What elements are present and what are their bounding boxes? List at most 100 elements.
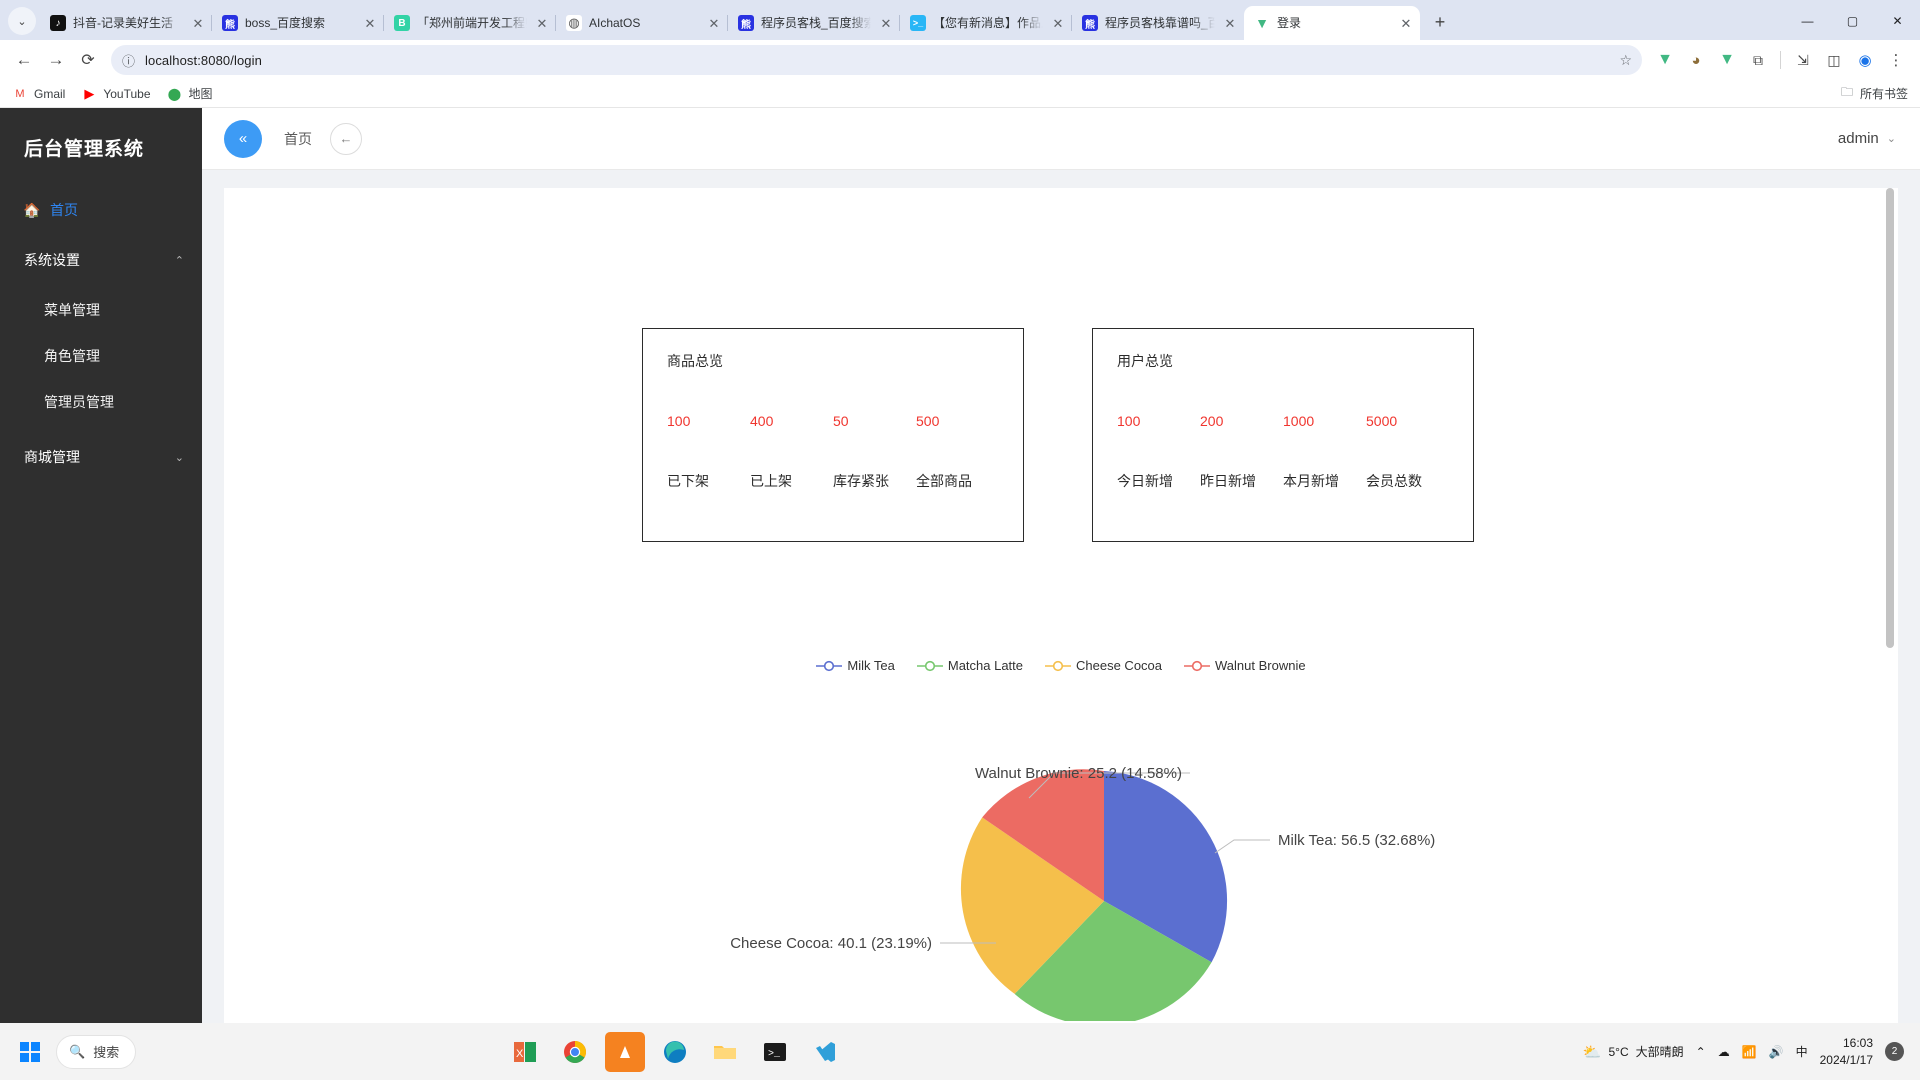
chrome-icon[interactable] (555, 1032, 595, 1072)
reload-icon[interactable]: ⟳ (73, 45, 103, 75)
extensions-icon[interactable]: ⧉ (1743, 45, 1773, 75)
tab-title: 抖音-记录美好生活 (73, 16, 173, 30)
browser-tab[interactable]: 熊 boss_百度搜索 ✕ (211, 6, 384, 40)
legend-label: Cheese Cocoa (1076, 658, 1163, 673)
browser-tab[interactable]: ◍ AIchatOS ✕ (555, 6, 728, 40)
all-bookmarks-button[interactable]: 🗀 所有书签 (1841, 83, 1908, 104)
chevron-down-icon: ⌄ (174, 451, 184, 464)
sidebar-item-admin-management[interactable]: 管理员管理 (0, 379, 202, 425)
app-brand-title: 后台管理系统 (24, 139, 145, 160)
terminal-icon[interactable]: >_ (755, 1032, 795, 1072)
bookmark-gmail[interactable]: M Gmail (12, 86, 65, 102)
close-icon[interactable]: ✕ (1050, 15, 1066, 31)
stat-value: 400 (750, 413, 774, 429)
maximize-button[interactable]: ▢ (1830, 5, 1875, 37)
baidu-icon: 熊 (222, 15, 238, 31)
browser-menu-icon[interactable]: ⋮ (1881, 45, 1911, 75)
aichatos-icon: ◍ (566, 15, 582, 31)
baidu-icon: 熊 (738, 15, 754, 31)
legend-item[interactable]: Cheese Cocoa (1045, 658, 1162, 673)
address-bar[interactable]: ⓘ localhost:8080/login ☆ (111, 45, 1642, 75)
close-icon[interactable]: ✕ (190, 15, 206, 31)
panel-scrollbar-thumb[interactable] (1886, 188, 1894, 648)
sidebar-group-mall-management[interactable]: 商城管理 ⌄ (0, 425, 202, 484)
close-icon[interactable]: ✕ (1398, 15, 1414, 31)
weather-desc: 大部晴朗 (1635, 1045, 1684, 1059)
taskbar-search[interactable]: 🔍 搜索 (56, 1034, 137, 1069)
home-icon: 🏠 (23, 201, 41, 218)
browser-tab[interactable]: 熊 程序员客栈靠谱吗_百度搜 ✕ (1071, 6, 1244, 40)
sidebar-group-label: 系统设置 (24, 252, 80, 268)
stat-label: 全部商品 (916, 473, 972, 489)
sidebar-item-menu-management[interactable]: 菜单管理 (0, 287, 202, 333)
tab-search-button[interactable]: ⌄ (8, 7, 36, 35)
sidebar-item-role-management[interactable]: 角色管理 (0, 333, 202, 379)
stat-value: 200 (1200, 413, 1224, 429)
chevron-up-icon[interactable]: ⌃ (1696, 1045, 1706, 1059)
browser-tab[interactable]: 熊 程序员客栈_百度搜索 ✕ (727, 6, 900, 40)
stat-label: 已上架 (750, 473, 792, 489)
clock-time: 16:03 (1842, 1036, 1873, 1051)
new-tab-button[interactable]: + (1426, 8, 1454, 36)
close-icon[interactable]: ✕ (1222, 15, 1238, 31)
browser-tab-active[interactable]: ▼ 登录 ✕ (1244, 6, 1420, 40)
browser-tab[interactable]: >_ 【您有新消息】作品上传 ✕ (899, 6, 1072, 40)
breadcrumb[interactable]: 首页 (284, 129, 312, 149)
bookmark-youtube[interactable]: ▶ YouTube (81, 86, 150, 102)
close-icon[interactable]: ✕ (362, 15, 378, 31)
legend-item[interactable]: Matcha Latte (916, 658, 1023, 673)
legend-item[interactable]: Milk Tea (816, 658, 895, 673)
ime-icon[interactable]: 中 (1796, 1043, 1808, 1060)
toolbar-icons: ▼ ◕ ▼ ⧉ ⇲ ◫ ◉ ⋮ (1650, 45, 1911, 75)
close-icon[interactable]: ✕ (706, 15, 722, 31)
vue-icon-2[interactable]: ▼ (1712, 45, 1742, 75)
browser-tab[interactable]: ♪ 抖音-记录美好生活 ✕ (40, 6, 212, 40)
excel-icon[interactable]: X (505, 1032, 545, 1072)
minimize-button[interactable]: — (1785, 5, 1830, 37)
legend-item[interactable]: Walnut Brownie (1184, 658, 1306, 673)
side-panel-icon[interactable]: ◫ (1819, 45, 1849, 75)
weather-widget[interactable]: ⛅ 5°C 大部晴朗 (1583, 1043, 1684, 1061)
volume-icon[interactable]: 🔊 (1769, 1045, 1784, 1059)
onedrive-icon[interactable]: ☁ (1718, 1045, 1730, 1059)
card-product-overview: 商品总览 100 400 50 500 已下架 已上架 库存紧张 全部商品 (642, 328, 1024, 542)
close-icon[interactable]: ✕ (878, 15, 894, 31)
tab-title: AIchatOS (589, 16, 641, 30)
back-button[interactable]: ← (330, 122, 362, 155)
search-icon: 🔍 (69, 1043, 86, 1059)
forward-icon[interactable]: → (41, 45, 71, 75)
tiktok-icon: ♪ (50, 15, 66, 31)
vscode-icon[interactable] (805, 1032, 845, 1072)
close-window-button[interactable]: ✕ (1875, 5, 1920, 37)
start-button[interactable] (8, 1030, 52, 1074)
profile-icon[interactable]: ◉ (1850, 45, 1880, 75)
legend-marker-icon (1184, 660, 1211, 671)
card-values-row: 100 400 50 500 (667, 413, 1023, 429)
explorer-icon[interactable] (705, 1032, 745, 1072)
overview-cards: 商品总览 100 400 50 500 已下架 已上架 库存紧张 全部商品 用户… (224, 188, 1898, 542)
cookie-extension-icon[interactable]: ◕ (1681, 45, 1711, 75)
network-icon[interactable]: 📶 (1742, 1045, 1757, 1059)
app-sidebar: 后台管理系统 🏠 首页 系统设置 ⌃ 菜单管理 角色管理 管理员管理 商城管理 … (0, 108, 202, 1023)
taskbar-clock[interactable]: 16:03 2024/1/17 (1820, 1035, 1873, 1067)
sidebar-item-home[interactable]: 🏠 首页 (0, 187, 202, 233)
split-view-icon[interactable]: ⇲ (1788, 45, 1818, 75)
site-info-icon[interactable]: ⓘ (122, 51, 135, 70)
notification-badge[interactable]: 2 (1885, 1042, 1904, 1061)
panel-scrollbar-track[interactable] (1885, 188, 1896, 1023)
gmail-icon: M (15, 87, 25, 100)
browser-tab[interactable]: B 「郑州前端开发工程师招聘 ✕ (383, 6, 556, 40)
pie-annotation-milk-tea: Milk Tea: 56.5 (32.68%) (1278, 832, 1435, 849)
partly-cloudy-icon: ⛅ (1582, 1043, 1602, 1061)
bookmarks-bar: M Gmail ▶ YouTube ⬤ 地图 🗀 所有书签 (0, 80, 1920, 108)
vlc-icon[interactable] (605, 1031, 646, 1072)
close-icon[interactable]: ✕ (534, 15, 550, 31)
sidebar-collapse-button[interactable]: « (224, 119, 262, 158)
user-menu[interactable]: admin ⌄ (1838, 130, 1896, 147)
sidebar-group-system-settings[interactable]: 系统设置 ⌃ (0, 233, 202, 287)
back-icon[interactable]: ← (9, 45, 39, 75)
edge-icon[interactable] (655, 1032, 695, 1072)
bookmark-maps[interactable]: ⬤ 地图 (167, 85, 213, 102)
bookmark-star-icon[interactable]: ☆ (1619, 52, 1632, 69)
vue-devtools-icon[interactable]: ▼ (1650, 45, 1680, 75)
